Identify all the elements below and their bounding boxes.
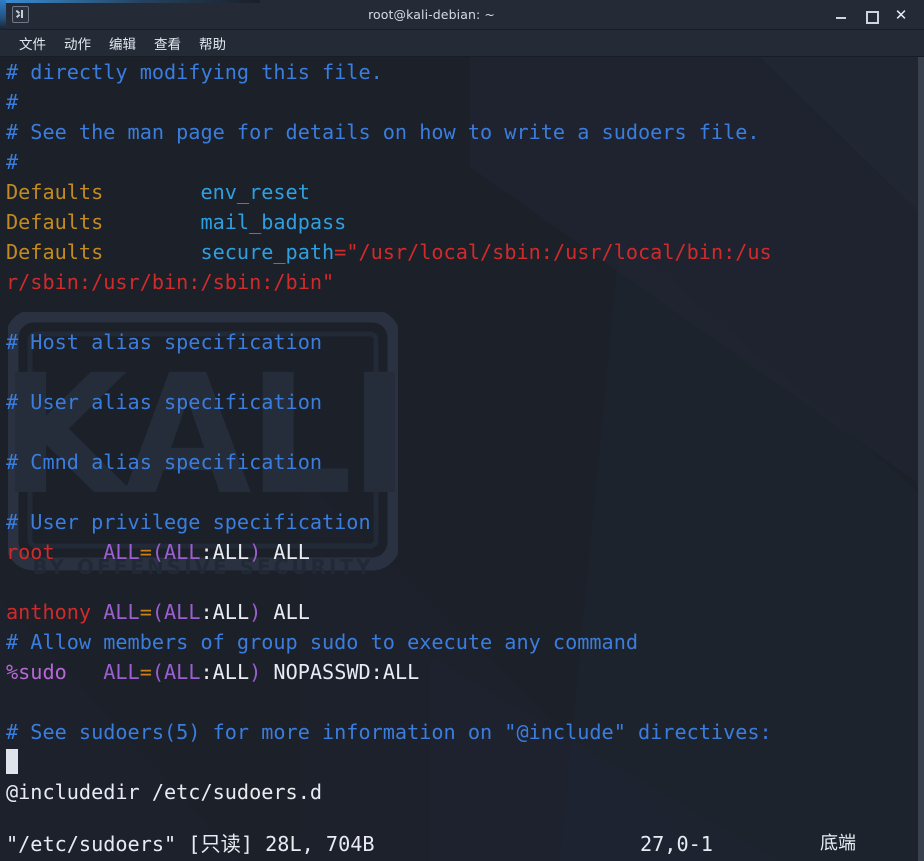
terminal-line: anthony ALL=(ALL:ALL) ALL [6,597,924,627]
terminal-span: %sudo [6,660,67,684]
terminal-span: r/sbin:/usr/bin:/sbin:/bin" [6,270,335,294]
terminal-span: :ALL [200,540,250,564]
terminal-line: # User alias specification [6,387,924,417]
terminal-span: ) [249,540,262,564]
menubar: 文件 动作 编辑 查看 帮助 [0,30,924,57]
terminal-line: r/sbin:/usr/bin:/sbin:/bin" [6,267,924,297]
terminal-span: (ALL [151,540,201,564]
terminal-span [67,660,103,684]
window-controls: ✕ [834,7,918,24]
terminal-icon [12,6,29,23]
terminal-span: = [139,600,152,624]
terminal-span: ALL [103,540,140,564]
terminal-line: root ALL=(ALL:ALL) ALL [6,537,924,567]
terminal-line: # Allow members of group sudo to execute… [6,627,924,657]
menu-item-file[interactable]: 文件 [10,31,55,55]
terminal-span: # See sudoers(5) for more information on… [6,720,772,744]
terminal-span: # [6,150,19,174]
terminal-span: anthony [6,600,92,624]
terminal-scrollbar[interactable] [918,57,924,861]
terminal-span: mail_badpass [200,210,347,234]
menu-item-view[interactable]: 查看 [145,31,190,55]
terminal-span: ) [249,660,262,684]
menu-item-actions[interactable]: 动作 [55,31,100,55]
terminal-span: :ALL [200,660,250,684]
close-icon[interactable]: ✕ [894,7,908,23]
terminal-line: # See sudoers(5) for more information on… [6,717,924,747]
terminal-span: # User privilege specification [6,510,371,534]
terminal-line: # directly modifying this file. [6,57,924,87]
terminal-line: Defaults env_reset [6,177,924,207]
terminal-span: env_reset [200,180,310,204]
terminal-window: root@kali-debian: ~ ✕ 文件 动作 编辑 查看 帮助 KAL… [0,0,924,861]
terminal-span: # Cmnd alias specification [6,450,323,474]
terminal-span [103,180,200,204]
maximize-button[interactable] [864,7,879,24]
terminal-span: :ALL [200,600,250,624]
status-position: 27,0-1 [640,832,713,856]
titlebar[interactable]: root@kali-debian: ~ ✕ [0,0,924,30]
terminal-span: ALL [261,540,310,564]
terminal-line: # User privilege specification [6,507,924,537]
terminal-span: "/usr/local/sbin:/usr/local/bin:/us [346,240,772,264]
terminal-span: Defaults [6,240,104,264]
terminal-span [91,600,103,624]
terminal-span: Defaults [6,180,104,204]
terminal-line [6,747,924,777]
terminal-line: @includedir /etc/sudoers.d [6,777,924,807]
terminal-span: Defaults [6,210,104,234]
scrollbar-thumb[interactable] [918,57,924,861]
terminal-span: = [139,540,152,564]
vim-status-line: "/etc/sudoers" [只读] 28L, 704B 27,0-1 底端 [0,827,924,861]
status-state: 底端 [820,833,856,854]
terminal-span: ALL [103,660,140,684]
terminal-span: # Allow members of group sudo to execute… [6,630,639,654]
status-filename: "/etc/sudoers" [只读] 28L, 704B [6,832,375,856]
terminal-span: # Host alias specification [6,330,323,354]
terminal-line: # See the man page for details on how to… [6,117,924,147]
terminal-span [103,240,200,264]
terminal-span: # directly modifying this file. [6,60,383,84]
terminal-span: ALL [261,600,310,624]
terminal-span: # User alias specification [6,390,323,414]
terminal-span: (ALL [151,660,201,684]
terminal-line: Defaults mail_badpass [6,207,924,237]
terminal-span: NOPASSWD:ALL [261,660,420,684]
terminal-line: %sudo ALL=(ALL:ALL) NOPASSWD:ALL [6,657,924,687]
terminal-span: # See the man page for details on how to… [6,120,760,144]
window-accent-strip [0,0,6,30]
terminal-view[interactable]: KALI BY OFFENSIVE SECURITY # directly mo… [0,57,924,861]
menu-item-help[interactable]: 帮助 [190,31,235,55]
terminal-span: ) [249,600,262,624]
terminal-line: # [6,87,924,117]
terminal-span: = [334,240,347,264]
terminal-span: # [6,90,19,114]
terminal-line: # Cmnd alias specification [6,447,924,477]
terminal-span: (ALL [151,600,201,624]
menu-item-edit[interactable]: 编辑 [100,31,145,55]
terminal-line: # Host alias specification [6,327,924,357]
terminal-line: Defaults secure_path="/usr/local/sbin:/u… [6,237,924,267]
window-accent-top [0,0,260,3]
terminal-text: # directly modifying this file. # # See th… [0,57,924,807]
terminal-span [55,540,104,564]
terminal-span [103,210,200,234]
terminal-line: # [6,147,924,177]
text-cursor [6,749,18,774]
window-title: root@kali-debian: ~ [368,7,495,22]
terminal-span: ALL [103,600,140,624]
terminal-span: @includedir /etc/sudoers.d [6,780,323,804]
minimize-button[interactable] [834,7,848,23]
terminal-span: = [139,660,152,684]
terminal-span: secure_path [200,240,335,264]
terminal-span: root [6,540,55,564]
